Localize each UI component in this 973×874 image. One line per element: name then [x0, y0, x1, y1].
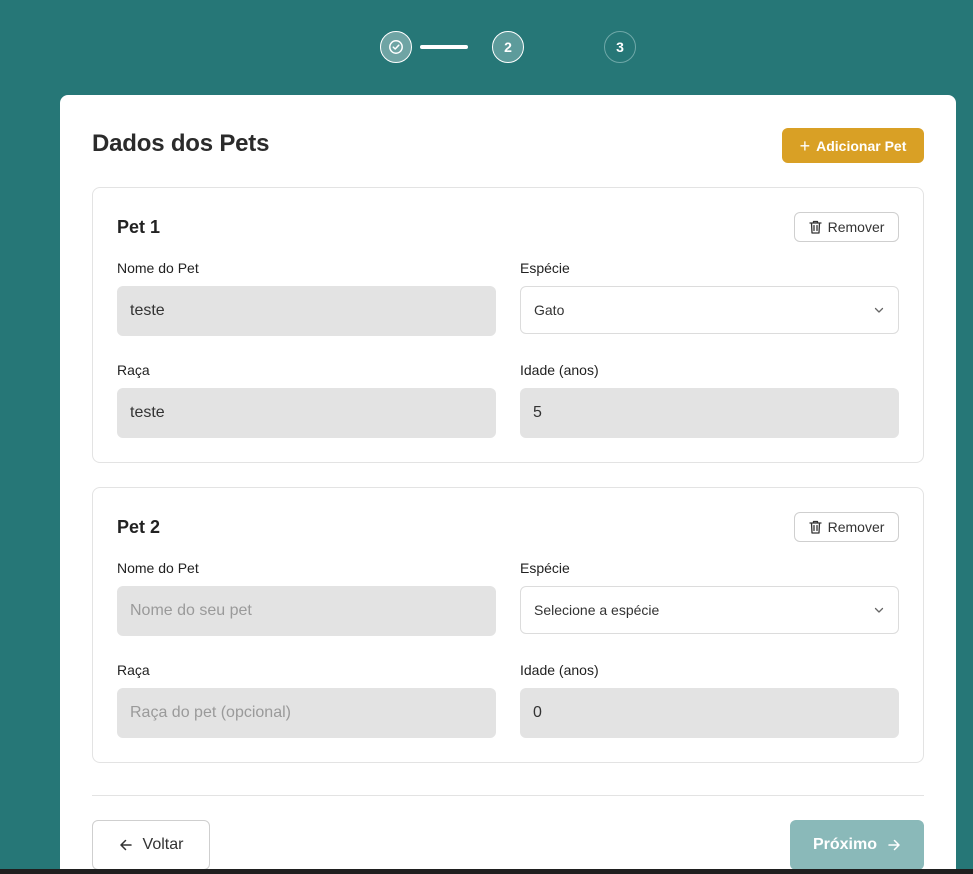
arrow-left-icon	[119, 839, 132, 851]
pet-name-input[interactable]: Nome do seu pet	[117, 586, 496, 636]
pet-panel-2: Pet 2 Remover Nome do Pet Nome do seu pe…	[92, 487, 924, 763]
species-value: Selecione a espécie	[534, 602, 660, 618]
remove-pet-button[interactable]: Remover	[794, 212, 899, 242]
add-pet-button[interactable]: + Adicionar Pet	[782, 128, 924, 163]
footer-divider	[92, 795, 924, 796]
pet-title: Pet 2	[117, 517, 161, 537]
age-input[interactable]: 5	[520, 388, 899, 438]
pet-name-label: Nome do Pet	[117, 560, 199, 576]
species-label: Espécie	[520, 560, 570, 576]
back-label: Voltar	[142, 836, 184, 853]
remove-label: Remover	[827, 219, 885, 235]
remove-label: Remover	[827, 519, 885, 535]
age-input[interactable]: 0	[520, 688, 899, 738]
breed-label: Raça	[117, 662, 150, 678]
pets-card: Dados dos Pets + Adicionar Pet Pet 1 Rem…	[60, 95, 956, 874]
breed-input[interactable]: Raça do pet (opcional)	[117, 688, 496, 738]
back-button[interactable]: Voltar	[92, 820, 210, 870]
step-2-current: 2	[492, 31, 524, 63]
trash-icon	[808, 520, 822, 534]
pet-name-label: Nome do Pet	[117, 260, 199, 276]
pet-name-input[interactable]: teste	[117, 286, 496, 336]
age-label: Idade (anos)	[520, 662, 599, 678]
pet-title: Pet 1	[117, 217, 161, 237]
next-label: Próximo	[812, 836, 877, 853]
arrow-right-icon	[888, 839, 900, 851]
species-label: Espécie	[520, 260, 570, 276]
bottom-edge	[0, 869, 973, 874]
add-pet-label: Adicionar Pet	[816, 137, 907, 154]
pet-panel-1: Pet 1 Remover Nome do Pet teste Espécie …	[92, 187, 924, 463]
step-connector	[420, 45, 468, 49]
step-3-pending: 3	[604, 31, 636, 63]
breed-label: Raça	[117, 362, 150, 378]
step-1-completed	[380, 31, 412, 63]
remove-pet-button[interactable]: Remover	[794, 512, 899, 542]
species-select[interactable]: Selecione a espécie	[520, 586, 899, 634]
chevron-down-icon	[874, 307, 884, 313]
age-label: Idade (anos)	[520, 362, 599, 378]
chevron-down-icon	[874, 607, 884, 613]
species-select[interactable]: Gato	[520, 286, 899, 334]
breed-input[interactable]: teste	[117, 388, 496, 438]
trash-icon	[808, 220, 822, 234]
plus-icon: +	[799, 135, 811, 156]
check-circle-icon	[389, 40, 403, 54]
page-title: Dados dos Pets	[92, 130, 270, 157]
next-button[interactable]: Próximo	[790, 820, 924, 870]
species-value: Gato	[534, 302, 565, 318]
